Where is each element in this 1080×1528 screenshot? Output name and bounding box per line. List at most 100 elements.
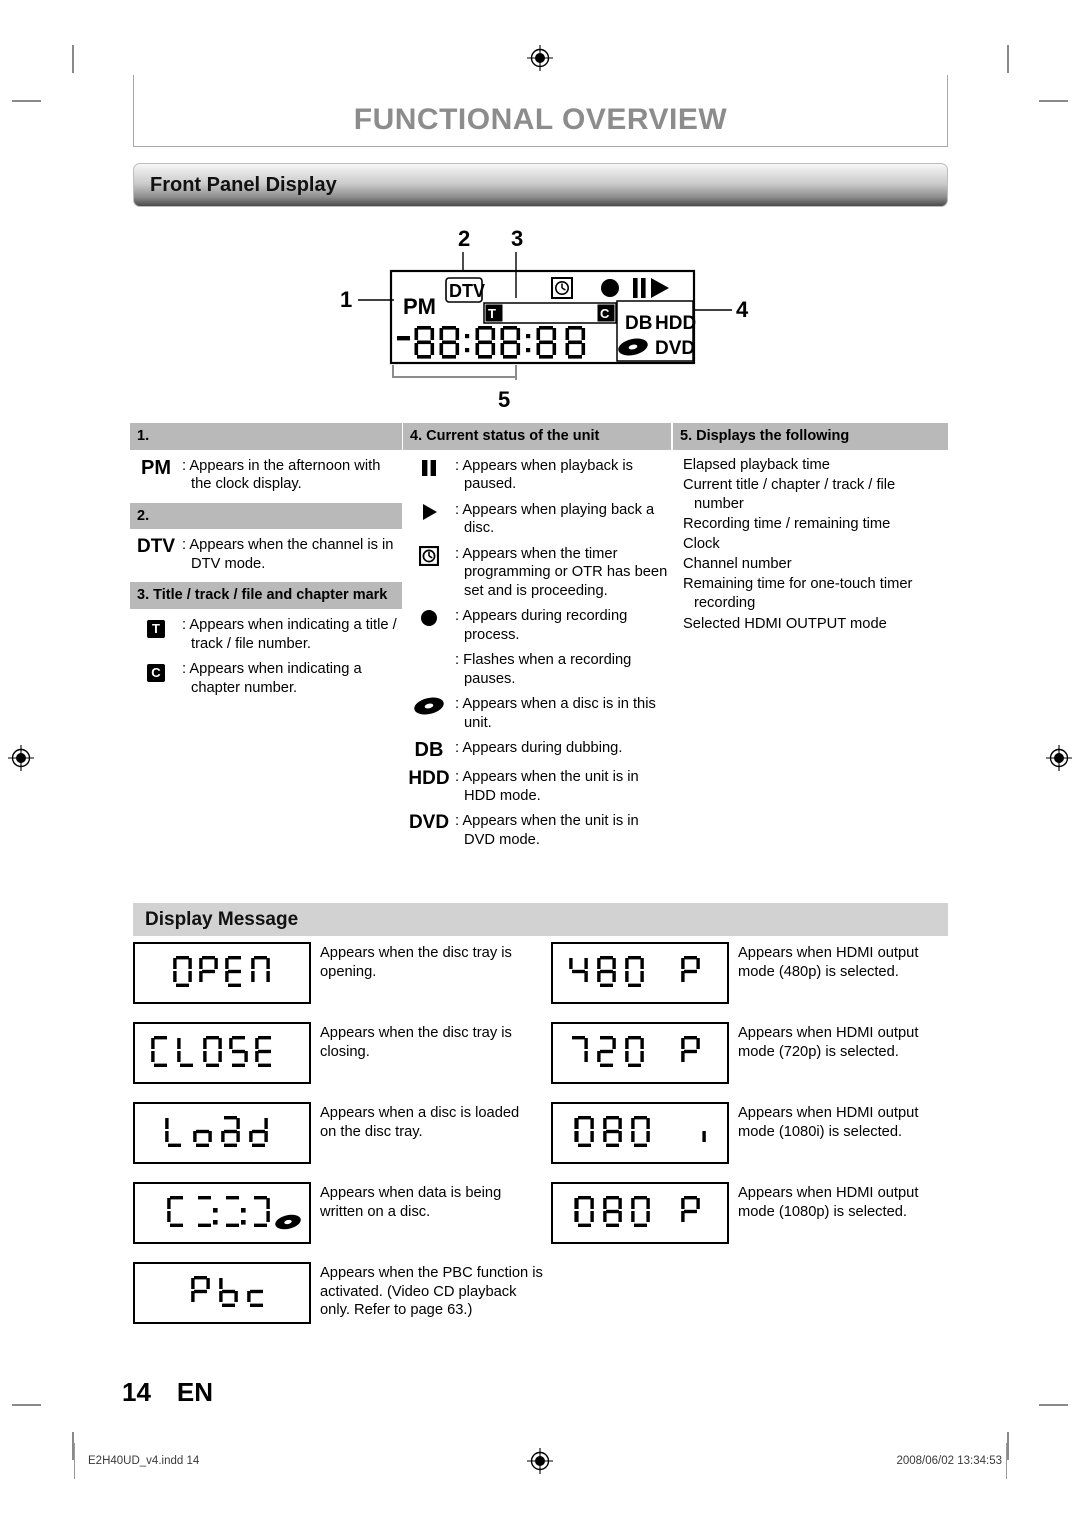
seven-segment-1080p [574,1196,700,1227]
seven-segment-open [173,956,270,987]
display-message-text-load: Appears when a disc is loaded on the dis… [320,1105,520,1140]
section-header-label: Display Message [145,909,299,930]
pm-description: : Appears in the afternoon with the cloc… [182,457,381,493]
title-mark-description: : Appears when indicating a title / trac… [182,617,397,652]
chapter-mark-icon: C [147,664,165,683]
timer-glyph [403,545,455,571]
registration-mark-right [1046,745,1072,771]
svg-text:2: 2 [458,226,470,251]
timer-clock-icon [418,545,440,566]
crop-mark-top-right-h [1039,100,1068,102]
legend-row-play: : Appears when playing back a disc. [403,501,671,538]
play-description: : Appears when playing back a disc. [455,501,655,537]
svg-text:5: 5 [498,387,510,412]
seven-segment-480p [569,956,700,987]
pause-icon [422,459,436,476]
registration-mark-bottom [527,1448,553,1474]
display-message-text-writing: Appears when data is being written on a … [320,1185,502,1220]
seven-segment-pbc [191,1276,263,1307]
svg-text:HDD: HDD [655,313,696,334]
crop-mark-top-left-h [12,100,41,102]
display-message-text-720p: Appears when HDMI output mode (720p) is … [738,1025,919,1060]
legend-bullet-list: Elapsed playback time Current title / ch… [673,456,948,634]
dvd-glyph: DVD [408,812,450,834]
segment-display-open [133,942,311,1004]
pause-description: : Appears when playback is paused. [455,457,633,493]
list-item: Remaining time for one-touch timer recor… [683,576,913,612]
legend-row-disc: : Appears when a disc is in this unit. [403,695,671,732]
legend-row-db: DB : Appears during dubbing. [403,739,671,761]
play-icon [423,503,437,520]
svg-text:PM: PM [403,294,436,319]
seven-segment-close [151,1036,271,1067]
legend-row-record-flash: : Flashes when a recording pauses. [403,651,671,688]
seven-segment-load [165,1116,268,1147]
seven-segment-writing [167,1196,301,1230]
footer-rule-left [74,1443,75,1479]
record-dot-icon [421,610,437,627]
list-item: Current title / chapter / track / file n… [683,476,896,512]
language-code: EN [176,1377,214,1407]
legend-row-dvd: DVD : Appears when the unit is in DVD mo… [403,812,671,849]
legend-header-5: 5. Displays the following [673,423,948,450]
list-item: Selected HDMI OUTPUT mode [683,615,887,632]
chapter-mark-glyph: C [130,660,182,683]
section-header-label: Front Panel Display [150,174,337,196]
manual-page: FUNCTIONAL OVERVIEW Front Panel Display … [0,0,1080,1528]
play-glyph [403,501,455,527]
legend-row-pm: PM : Appears in the afternoon with the c… [130,457,402,494]
pause-glyph [403,457,455,483]
dtv-glyph: DTV [137,536,175,558]
svg-text:4: 4 [736,297,749,322]
chapter-mark-description: : Appears when indicating a chapter numb… [182,661,362,696]
crop-mark-bottom-right-h [1039,1404,1068,1406]
display-message-text-1080p: Appears when HDMI output mode (1080p) is… [738,1185,919,1220]
disc-description: : Appears when a disc is in this unit. [455,696,656,731]
footer-timestamp: 2008/06/02 13:34:53 [896,1455,1002,1467]
page-title: FUNCTIONAL OVERVIEW [353,103,728,136]
svg-text:DTV: DTV [449,281,485,301]
segment-display-pbc [133,1262,311,1324]
display-message-text-pbc: Appears when the PBC function is activat… [320,1265,543,1319]
registration-mark-left [8,745,34,771]
crop-mark-top-right-v [1007,45,1009,73]
legend-row-dtv: DTV : Appears when the channel is in DTV… [130,536,402,573]
svg-text:DVD: DVD [655,338,695,359]
segment-display-1080i [551,1102,729,1164]
svg-text:C: C [600,306,610,321]
front-panel-display-diagram: 2 3 1 4 5 PM DTV T C DB HDD DVD [330,222,770,412]
disc-icon [414,697,444,715]
dtv-description: : Appears when the channel is in DTV mod… [182,537,394,572]
footer-rule-right [1006,1443,1007,1479]
seven-segment-1080i [574,1116,706,1147]
svg-text:1: 1 [340,287,352,312]
record-flash-glyph-spacer [403,651,455,652]
svg-text:T: T [488,306,496,321]
footer-filename: E2H40UD_v4.indd 14 [88,1455,200,1467]
legend-row-pause: : Appears when playback is paused. [403,457,671,494]
seven-segment-720p [572,1036,700,1067]
section-header-display-message: Display Message [133,903,948,936]
chapter-title-box: FUNCTIONAL OVERVIEW [133,75,948,147]
legend-column-1: 1. PM : Appears in the afternoon with th… [130,423,402,697]
record-glyph [403,607,455,633]
svg-text:3: 3 [511,226,523,251]
segment-display-close [133,1022,311,1084]
crop-mark-bottom-left-h [12,1404,41,1406]
legend-column-3: 5. Displays the following Elapsed playba… [673,423,948,634]
pm-glyph: PM [141,456,171,479]
page-number: 14 EN [122,1377,213,1408]
record-description: : Appears during recording process. [455,608,628,643]
segment-display-480p [551,942,729,1004]
dvd-description: : Appears when the unit is in DVD mode. [455,813,639,848]
display-message-text-480p: Appears when HDMI output mode (480p) is … [738,945,919,980]
display-message-text-open: Appears when the disc tray is opening. [320,945,512,980]
legend-header-3: 3. Title / track / file and chapter mark [130,582,402,610]
db-glyph: DB [414,739,444,762]
legend-header-4: 4. Current status of the unit [403,423,671,450]
crop-mark-top-left-v [72,45,74,73]
legend-row-timer: : Appears when the timer programming or … [403,545,671,601]
title-mark-glyph: T [130,616,182,639]
